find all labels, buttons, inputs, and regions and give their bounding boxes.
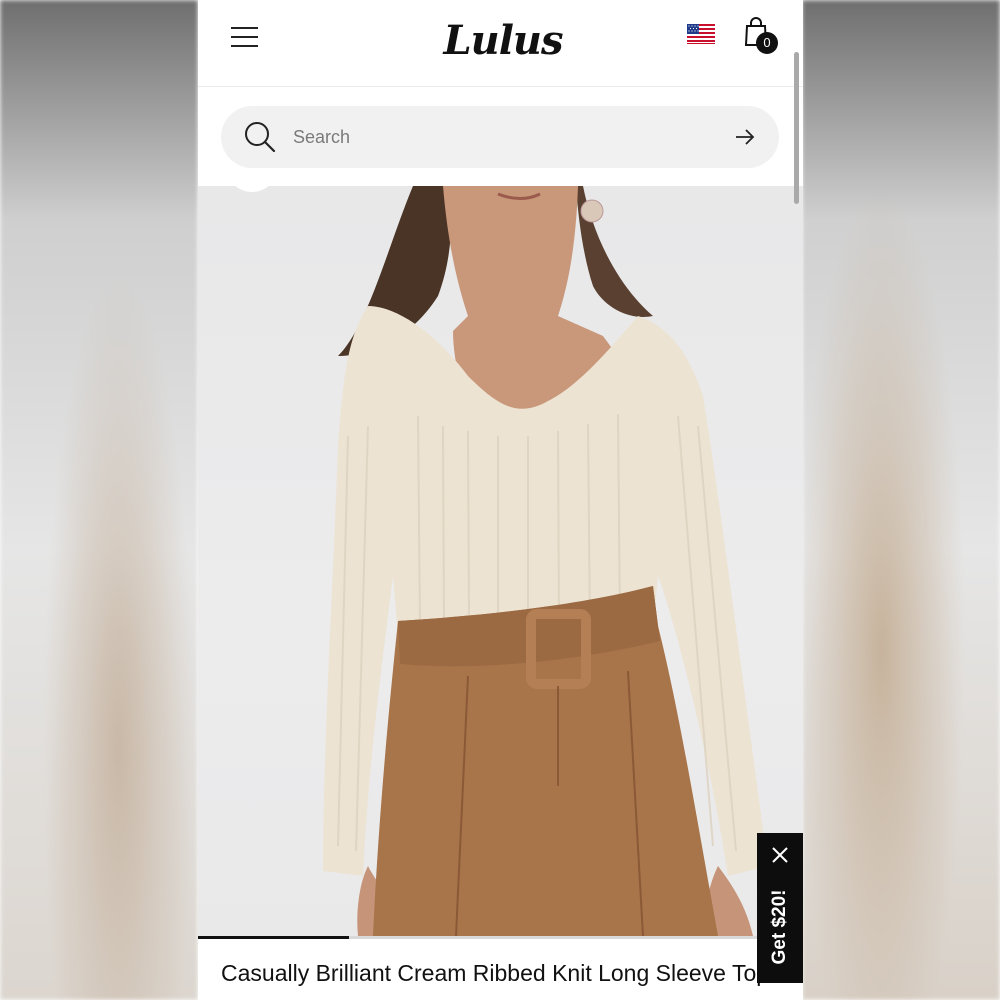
- product-image[interactable]: [198, 186, 803, 936]
- promo-tab[interactable]: Get $20!: [757, 833, 803, 983]
- search-bar[interactable]: [221, 106, 779, 168]
- close-icon[interactable]: [770, 845, 790, 865]
- us-flag-icon[interactable]: [687, 24, 715, 44]
- scrollbar[interactable]: [794, 52, 799, 204]
- background-blur-right: [802, 0, 1000, 1000]
- promo-label[interactable]: Get $20!: [769, 890, 791, 965]
- product-title: Casually Brilliant Cream Ribbed Knit Lon…: [221, 960, 770, 986]
- background-blur-left: [0, 0, 198, 1000]
- gallery-progress-fill: [198, 936, 350, 939]
- gallery-progress-bar: [198, 936, 803, 939]
- search-section: [198, 88, 803, 186]
- arrow-right-icon[interactable]: [733, 126, 757, 148]
- product-photo: [323, 186, 768, 936]
- site-header: Lulus 0: [198, 0, 803, 87]
- brand-logo[interactable]: Lulus: [443, 12, 563, 70]
- mobile-viewport: Lulus 0 Search Casually Brilliant Cream …: [198, 0, 803, 1000]
- cart-count-badge: 0: [756, 32, 778, 54]
- menu-icon[interactable]: [231, 26, 258, 48]
- search-icon[interactable]: [243, 120, 277, 154]
- search-input[interactable]: [293, 122, 713, 152]
- shopping-bag-button[interactable]: 0: [743, 17, 781, 57]
